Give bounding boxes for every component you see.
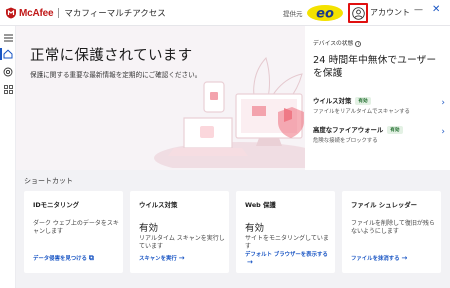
status-badge: 有効: [387, 125, 403, 134]
card-title: IDモニタリング: [33, 201, 80, 209]
card-description: ダーク ウェブ上のデータをスキャンします: [33, 220, 119, 235]
card-title: Web 保護: [245, 201, 276, 209]
feature-title: ウイルス対策: [313, 97, 352, 105]
device-status-text: デバイスの状態: [313, 41, 354, 47]
device-status-panel: デバイスの状態 i 24 時間年中無休でユーザーを保護 ウイルス対策 有効 ファイ…: [305, 26, 450, 170]
provider-label: 提供元: [283, 10, 303, 18]
card-link[interactable]: データ侵害を見つける ⧉: [33, 255, 121, 263]
mcafee-logo: McAfee マカフィーマルチアクセス: [5, 5, 166, 21]
sidebar: [0, 26, 16, 288]
status-badge: 有効: [355, 96, 371, 105]
home-icon[interactable]: [0, 48, 14, 60]
card-link[interactable]: デフォルト ブラウザーを表示する→: [245, 252, 333, 267]
external-link-icon: ⧉: [88, 254, 94, 262]
arrow-right-icon: →: [178, 254, 185, 262]
feature-title: 高度なファイアウォール: [313, 126, 384, 134]
shortcut-card-antivirus[interactable]: ウイルス対策 有効 リアルタイム スキャンを実行しています スキャンを実行 →: [130, 191, 229, 273]
card-title: ウイルス対策: [139, 201, 178, 209]
card-description: ファイルを削除して復旧が残らないようにします: [351, 220, 435, 235]
title-divider: [58, 8, 60, 18]
feature-description: ファイルをリアルタイムでスキャンする: [313, 109, 410, 115]
app-title: マカフィーマルチアクセス: [64, 9, 166, 19]
devices-illustration: [154, 57, 305, 168]
feature-description: 危険な接続をブロックする: [313, 138, 378, 144]
chevron-right-icon[interactable]: ›: [441, 127, 445, 137]
device-status-label: デバイスの状態 i: [313, 38, 362, 47]
card-status: 有効: [139, 223, 159, 234]
mcafee-shield-icon: [5, 7, 17, 19]
title-bar: McAfee マカフィーマルチアクセス 提供元 eo アカウント — ✕: [0, 0, 450, 26]
card-link-text[interactable]: デフォルト ブラウザーを表示する: [245, 252, 328, 258]
card-link-text[interactable]: スキャンを実行: [139, 256, 177, 262]
shortcut-card-id-monitoring[interactable]: IDモニタリング ダーク ウェブ上のデータをスキャンします データ侵害を見つける…: [24, 191, 123, 273]
feature-name: ウイルス対策 有効: [313, 96, 447, 105]
shortcuts-title: ショートカット: [24, 177, 73, 185]
feature-name: 高度なファイアウォール 有効: [313, 125, 447, 134]
arrow-right-icon: →: [247, 258, 253, 266]
card-link-text[interactable]: ファイルを抹消する: [351, 256, 400, 262]
card-link-text[interactable]: データ侵害を見つける: [33, 256, 87, 262]
shortcuts-section: ショートカット IDモニタリング ダーク ウェブ上のデータをスキャンします デー…: [16, 170, 450, 288]
card-link[interactable]: ファイルを抹消する →: [351, 255, 439, 263]
close-button[interactable]: ✕: [432, 4, 440, 15]
feature-firewall[interactable]: 高度なファイアウォール 有効 危険な接続をブロックする ›: [313, 125, 447, 145]
card-description: リアルタイム スキャンを実行しています: [139, 235, 225, 250]
arrow-right-icon: →: [401, 254, 408, 262]
account-icon: [351, 6, 365, 20]
minimize-button[interactable]: —: [414, 5, 423, 15]
shortcut-card-web-protection[interactable]: Web 保護 有効 サイトをモニタリングしています デフォルト ブラウザーを表示…: [236, 191, 335, 273]
card-title: ファイル シュレッダー: [351, 201, 418, 209]
brand-name: McAfee: [19, 7, 54, 19]
status-headline: 24 時間年中無休でユーザーを保護: [313, 55, 437, 79]
info-icon[interactable]: i: [355, 40, 362, 47]
feature-antivirus[interactable]: ウイルス対策 有効 ファイルをリアルタイムでスキャンする ›: [313, 96, 447, 116]
shortcut-card-file-shredder[interactable]: ファイル シュレッダー ファイルを削除して復旧が残らないようにします ファイルを…: [342, 191, 441, 273]
account-label[interactable]: アカウント: [370, 7, 410, 18]
web-protection-icon[interactable]: [2, 66, 14, 78]
apps-grid-icon[interactable]: [2, 83, 14, 95]
menu-icon[interactable]: [2, 32, 14, 44]
provider-logo-text: eo: [316, 7, 334, 22]
chevron-right-icon[interactable]: ›: [441, 98, 445, 108]
card-description: サイトをモニタリングしています: [245, 235, 329, 250]
card-link[interactable]: スキャンを実行 →: [139, 255, 227, 263]
protection-hero: 正常に保護されています 保護に関する重要な最新情報を定期的にご確認ください。: [16, 26, 305, 170]
account-button[interactable]: [348, 3, 368, 23]
card-status: 有効: [245, 223, 265, 234]
provider-eo-logo: eo: [306, 3, 344, 22]
